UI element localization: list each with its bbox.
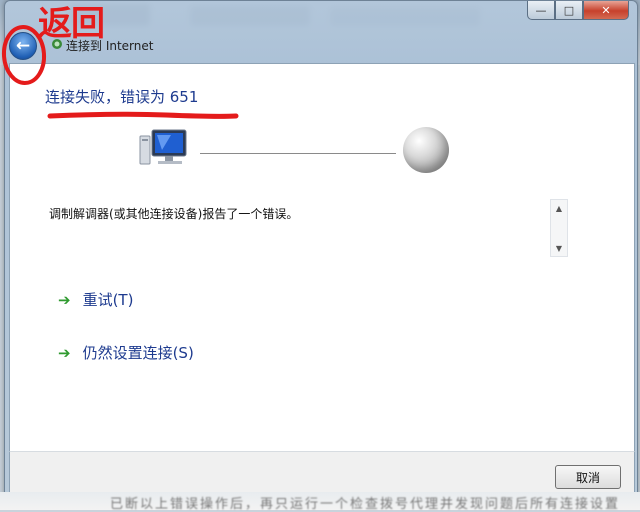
retry-link[interactable]: ➔ 重试(T)	[58, 289, 133, 310]
retry-label: 重试(T)	[82, 291, 134, 309]
maximize-icon: □	[563, 3, 575, 17]
cancel-button[interactable]: 取消	[555, 465, 621, 489]
internet-globe-icon	[403, 127, 449, 173]
caption-buttons: — □ ✕	[527, 1, 629, 20]
scroll-down-icon[interactable]: ▼	[551, 241, 567, 255]
message-scrollbar[interactable]: ▲ ▼	[550, 199, 568, 257]
annotation-circle	[1, 25, 47, 85]
minimize-icon: —	[535, 3, 547, 17]
connection-line	[200, 153, 396, 154]
close-button[interactable]: ✕	[583, 1, 629, 20]
close-icon: ✕	[601, 3, 611, 17]
minimize-button[interactable]: —	[527, 1, 555, 20]
maximize-button[interactable]: □	[555, 1, 583, 20]
scroll-up-icon[interactable]: ▲	[551, 201, 567, 215]
setup-anyway-label: 仍然设置连接(S)	[82, 344, 194, 362]
annotation-underline	[47, 111, 239, 119]
connect-internet-window: — □ ✕ ← 连接到 Internet 连接失败，错误为 651 调制解调器(…	[4, 0, 638, 500]
error-heading: 连接失败，错误为 651	[45, 88, 199, 106]
computer-icon	[138, 128, 190, 172]
setup-anyway-link[interactable]: ➔ 仍然设置连接(S)	[58, 342, 194, 363]
dialog-footer: 取消	[9, 451, 635, 498]
error-message: 调制解调器(或其他连接设备)报告了一个错误。	[49, 207, 299, 221]
background-text: 已断以上错误操作后，再只运行一个检查拨号代理并发现问题后所有连接设置	[110, 497, 621, 512]
green-arrow-icon: ➔	[58, 343, 71, 362]
green-arrow-icon: ➔	[58, 290, 71, 309]
